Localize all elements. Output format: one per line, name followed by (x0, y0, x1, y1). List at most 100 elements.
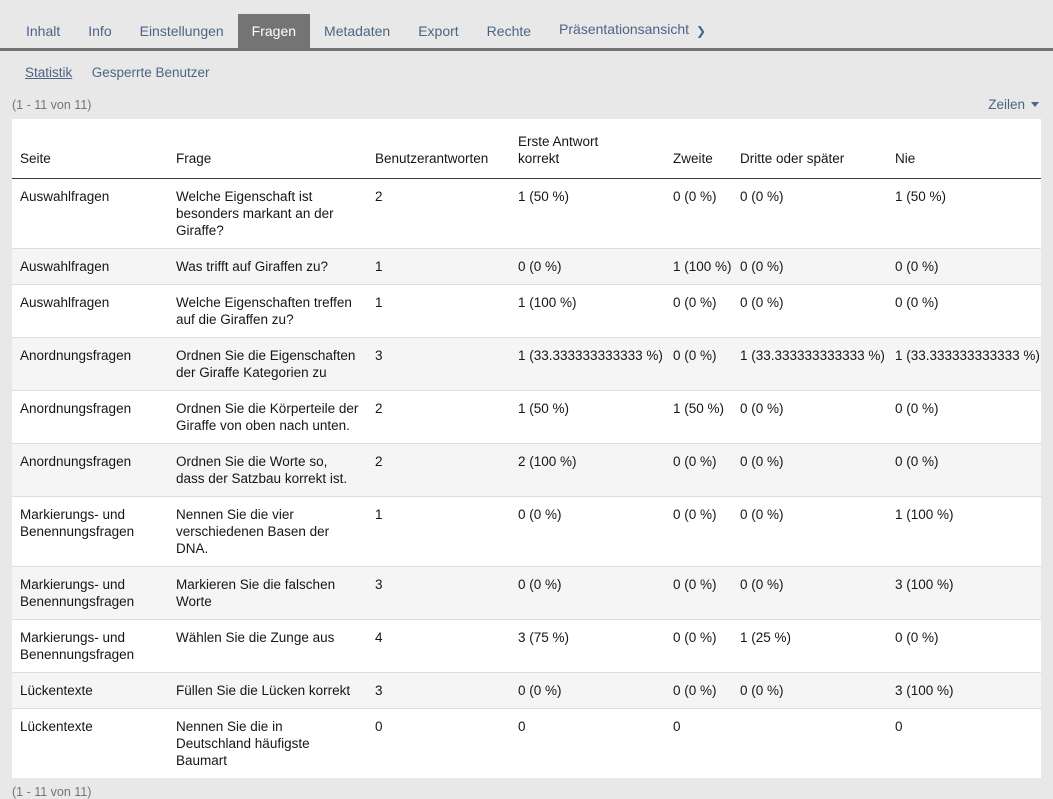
cell-erste-antwort-korrekt: 0 (510, 709, 665, 779)
cell-zweite: 0 (0 %) (665, 179, 732, 249)
cell-nie: 1 (100 %) (887, 497, 1041, 567)
tab-info[interactable]: Info (74, 14, 125, 48)
rows-dropdown[interactable]: Zeilen (988, 97, 1039, 112)
cell-nie: 0 (0 %) (887, 444, 1041, 497)
cell-seite: Auswahlfragen (12, 249, 168, 285)
cell-zweite: 0 (665, 709, 732, 779)
tab-praesentationsansicht-label: Präsentationsansicht (559, 21, 689, 37)
cell-frage: Ordnen Sie die Körperteile der Giraffe v… (168, 391, 367, 444)
table-meta-bottom: (1 - 11 von 11) (0, 778, 1053, 799)
column-header-benutzerantworten: Benutzerantworten (367, 119, 510, 179)
cell-dritte-oder-spaeter: 0 (0 %) (732, 497, 887, 567)
pagination-top: (1 - 11 von 11) (12, 98, 91, 112)
cell-erste-antwort-korrekt: 1 (50 %) (510, 391, 665, 444)
cell-nie: 3 (100 %) (887, 567, 1041, 620)
column-header-dritte-oder-spaeter: Dritte oder später (732, 119, 887, 179)
table-row: Auswahlfragen Was trifft auf Giraffen zu… (12, 249, 1041, 285)
column-header-frage: Frage (168, 119, 367, 179)
cell-nie: 0 (0 %) (887, 285, 1041, 338)
cell-frage: Nennen Sie die in Deutschland häufigste … (168, 709, 367, 779)
cell-dritte-oder-spaeter: 0 (0 %) (732, 673, 887, 709)
rows-dropdown-label: Zeilen (988, 97, 1025, 112)
cell-frage: Füllen Sie die Lücken korrekt (168, 673, 367, 709)
subtab-statistik[interactable]: Statistik (25, 65, 72, 80)
cell-dritte-oder-spaeter: 0 (0 %) (732, 391, 887, 444)
cell-seite: Anordnungsfragen (12, 338, 168, 391)
cell-benutzerantworten: 2 (367, 179, 510, 249)
cell-benutzerantworten: 2 (367, 444, 510, 497)
cell-dritte-oder-spaeter: 1 (25 %) (732, 620, 887, 673)
tab-einstellungen[interactable]: Einstellungen (126, 14, 238, 48)
table-header: Seite Frage Benutzerantworten Erste Antw… (12, 119, 1041, 179)
tab-praesentationsansicht[interactable]: Präsentationsansicht ❯ (545, 12, 720, 48)
chevron-right-icon: ❯ (696, 24, 706, 38)
cell-zweite: 0 (0 %) (665, 444, 732, 497)
tab-export[interactable]: Export (404, 14, 472, 48)
cell-seite: Auswahlfragen (12, 179, 168, 249)
column-header-erste-antwort-korrekt-label: Erste Antwort korrekt (518, 133, 618, 167)
table-row: Markierungs- und Benennungsfragen Nennen… (12, 497, 1041, 567)
cell-zweite: 0 (0 %) (665, 285, 732, 338)
table-row: Lückentexte Nennen Sie die in Deutschlan… (12, 709, 1041, 779)
cell-benutzerantworten: 1 (367, 497, 510, 567)
cell-seite: Lückentexte (12, 709, 168, 779)
column-header-zweite: Zweite (665, 119, 732, 179)
cell-frage: Welche Eigenschaften treffen auf die Gir… (168, 285, 367, 338)
cell-seite: Anordnungsfragen (12, 391, 168, 444)
cell-zweite: 1 (50 %) (665, 391, 732, 444)
subtabbar: Statistik Gesperrte Benutzer (0, 51, 1053, 82)
cell-dritte-oder-spaeter: 0 (0 %) (732, 249, 887, 285)
table-meta-top: (1 - 11 von 11) Zeilen (0, 82, 1053, 119)
cell-nie: 0 (0 %) (887, 391, 1041, 444)
cell-benutzerantworten: 3 (367, 567, 510, 620)
page: Inhalt Info Einstellungen Fragen Metadat… (0, 0, 1053, 799)
cell-seite: Markierungs- und Benennungsfragen (12, 620, 168, 673)
cell-benutzerantworten: 2 (367, 391, 510, 444)
cell-frage: Markieren Sie die falschen Worte (168, 567, 367, 620)
subtab-gesperrte-benutzer[interactable]: Gesperrte Benutzer (92, 65, 210, 80)
cell-benutzerantworten: 1 (367, 249, 510, 285)
cell-frage: Was trifft auf Giraffen zu? (168, 249, 367, 285)
tab-metadaten[interactable]: Metadaten (310, 14, 404, 48)
cell-nie: 1 (33.333333333333 %) (887, 338, 1041, 391)
cell-nie: 0 (0 %) (887, 620, 1041, 673)
table-row: Lückentexte Füllen Sie die Lücken korrek… (12, 673, 1041, 709)
cell-benutzerantworten: 3 (367, 673, 510, 709)
cell-benutzerantworten: 4 (367, 620, 510, 673)
cell-zweite: 0 (0 %) (665, 620, 732, 673)
cell-zweite: 0 (0 %) (665, 497, 732, 567)
cell-dritte-oder-spaeter: 0 (0 %) (732, 285, 887, 338)
cell-erste-antwort-korrekt: 3 (75 %) (510, 620, 665, 673)
cell-nie: 0 (887, 709, 1041, 779)
table-row: Anordnungsfragen Ordnen Sie die Eigensch… (12, 338, 1041, 391)
cell-benutzerantworten: 1 (367, 285, 510, 338)
tab-rechte[interactable]: Rechte (473, 14, 545, 48)
main-tabbar: Inhalt Info Einstellungen Fragen Metadat… (0, 0, 1053, 51)
table-body: Auswahlfragen Welche Eigenschaft ist bes… (12, 179, 1041, 779)
cell-erste-antwort-korrekt: 0 (0 %) (510, 497, 665, 567)
column-header-erste-antwort-korrekt: Erste Antwort korrekt (510, 119, 665, 179)
cell-seite: Markierungs- und Benennungsfragen (12, 567, 168, 620)
table-row: Anordnungsfragen Ordnen Sie die Körperte… (12, 391, 1041, 444)
table-row: Anordnungsfragen Ordnen Sie die Worte so… (12, 444, 1041, 497)
header-row: Seite Frage Benutzerantworten Erste Antw… (12, 119, 1041, 179)
cell-frage: Welche Eigenschaft ist besonders markant… (168, 179, 367, 249)
tab-fragen[interactable]: Fragen (238, 14, 310, 48)
cell-dritte-oder-spaeter (732, 709, 887, 779)
table-row: Markierungs- und Benennungsfragen Wählen… (12, 620, 1041, 673)
cell-seite: Lückentexte (12, 673, 168, 709)
pagination-bottom: (1 - 11 von 11) (12, 785, 91, 799)
table-row: Markierungs- und Benennungsfragen Markie… (12, 567, 1041, 620)
table-row: Auswahlfragen Welche Eigenschaften treff… (12, 285, 1041, 338)
statistics-table: Seite Frage Benutzerantworten Erste Antw… (12, 119, 1041, 778)
cell-frage: Ordnen Sie die Worte so, dass der Satzba… (168, 444, 367, 497)
cell-erste-antwort-korrekt: 1 (100 %) (510, 285, 665, 338)
cell-seite: Markierungs- und Benennungsfragen (12, 497, 168, 567)
cell-nie: 1 (50 %) (887, 179, 1041, 249)
tab-inhalt[interactable]: Inhalt (12, 14, 74, 48)
table-row: Auswahlfragen Welche Eigenschaft ist bes… (12, 179, 1041, 249)
cell-nie: 3 (100 %) (887, 673, 1041, 709)
column-header-nie: Nie (887, 119, 1041, 179)
cell-frage: Nennen Sie die vier verschiedenen Basen … (168, 497, 367, 567)
cell-erste-antwort-korrekt: 2 (100 %) (510, 444, 665, 497)
